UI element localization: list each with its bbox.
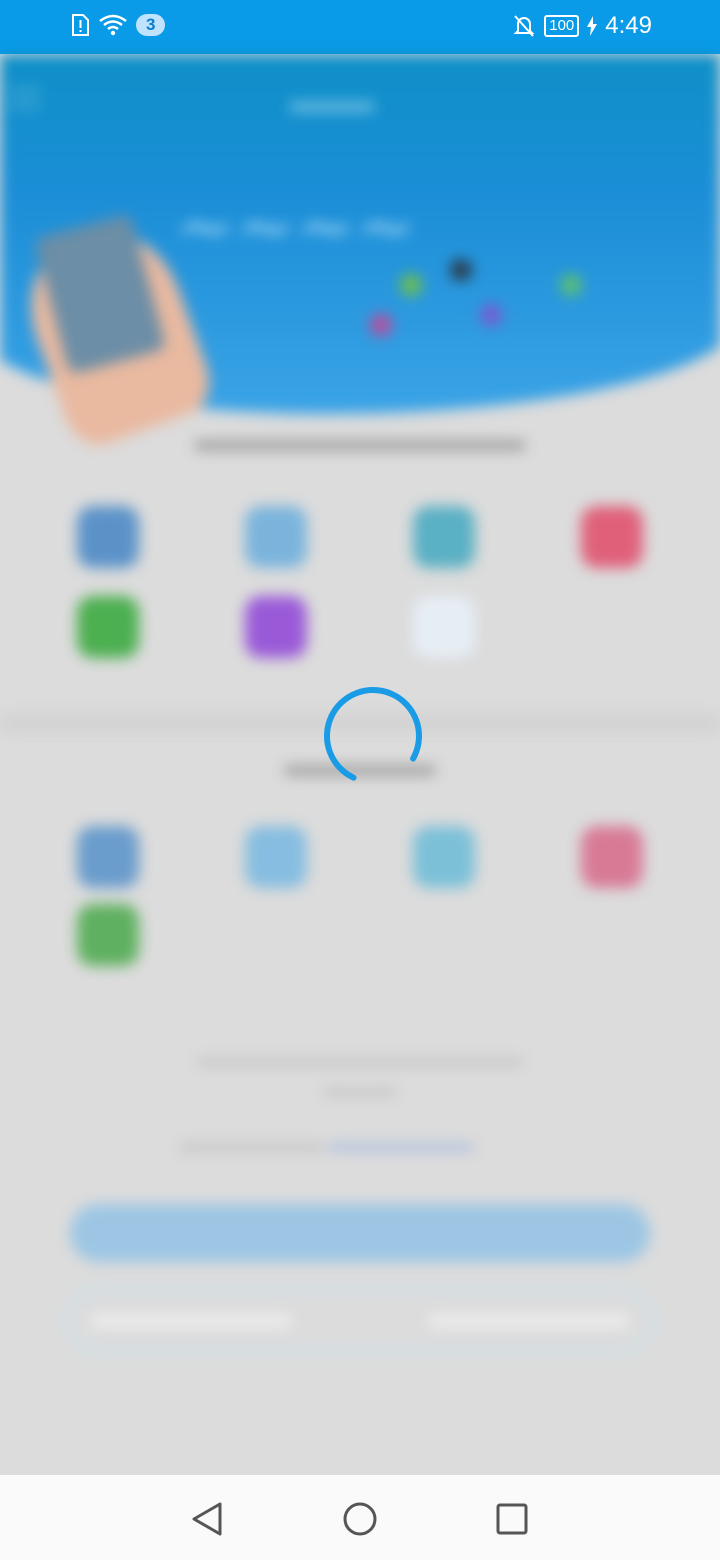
app-icon <box>581 506 643 568</box>
app-icon <box>77 826 139 888</box>
app-icon <box>581 826 643 888</box>
app-icon <box>77 904 139 966</box>
decor-dot <box>400 274 422 296</box>
recent-apps-icon[interactable] <box>492 1499 532 1539</box>
sim-alert-icon <box>72 14 89 36</box>
decor-dot <box>560 274 582 296</box>
hero-logo-blurred: ~~~~ <box>175 184 417 268</box>
hero-banner: ▬▬▬ ~~~~ <box>0 54 720 454</box>
loading-spinner <box>324 687 422 785</box>
secondary-button-blurred <box>65 1286 655 1354</box>
hero-title-blurred: ▬▬▬ <box>290 86 374 117</box>
bell-off-icon <box>513 15 535 37</box>
fine-print-blurred: ▬▬▬▬▬▬▬▬▬▬▬▬▬▬▬▬▬▬ ▬▬▬▬ <box>198 1049 522 1099</box>
app-icon <box>77 506 139 568</box>
app-icon <box>413 506 475 568</box>
status-bar: 3 100 4:49 <box>0 0 720 54</box>
section-title-blurred: ▬▬▬▬▬▬▬▬▬▬▬ <box>195 424 525 457</box>
clock: 4:49 <box>605 12 652 39</box>
app-icon <box>245 506 307 568</box>
notification-count-badge: 3 <box>136 14 166 36</box>
back-icon[interactable] <box>188 1499 228 1539</box>
home-icon[interactable] <box>340 1499 380 1539</box>
battery-icon: 100 <box>544 15 580 37</box>
decor-dot <box>450 259 472 281</box>
wifi-icon <box>99 14 127 36</box>
status-left-group: 3 <box>70 13 166 37</box>
app-icon <box>413 826 475 888</box>
app-icon <box>77 596 139 658</box>
system-navigation-bar <box>0 1475 720 1560</box>
status-right-group: 100 4:49 <box>512 12 652 40</box>
privacy-line-blurred: ▬▬▬▬▬▬▬▬ ▬▬▬▬▬▬▬▬ <box>180 1134 474 1154</box>
app-icon <box>245 826 307 888</box>
app-icon <box>413 596 475 658</box>
decor-dot <box>480 304 502 326</box>
app-icon <box>245 596 307 658</box>
menu-icon <box>10 89 40 107</box>
charging-icon <box>587 16 598 36</box>
primary-button-blurred <box>70 1204 650 1262</box>
decor-dot <box>370 314 392 336</box>
